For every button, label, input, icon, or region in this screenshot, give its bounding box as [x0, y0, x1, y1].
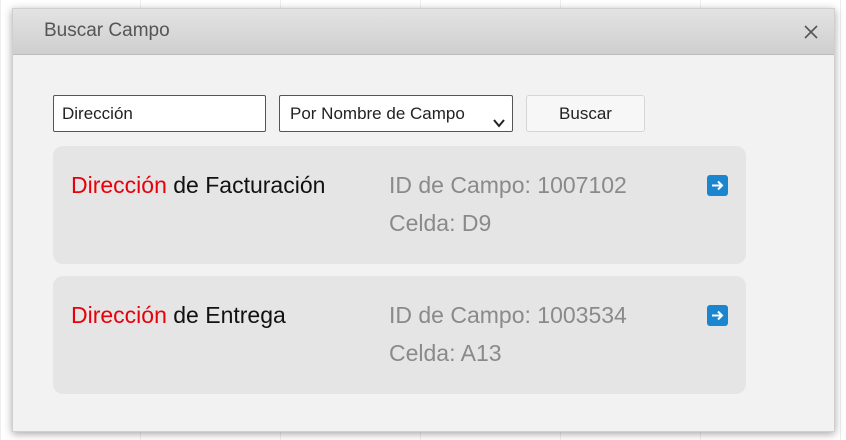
- result-title: Dirección de Entrega: [71, 302, 286, 329]
- result-card[interactable]: Dirección de Entrega ID de Campo: 100353…: [53, 276, 746, 394]
- arrow-right-icon[interactable]: [707, 175, 728, 196]
- search-mode-select[interactable]: Por Nombre de Campo: [279, 95, 513, 132]
- result-cell: Celda: A13: [389, 340, 502, 366]
- result-card[interactable]: Dirección de Facturación ID de Campo: 10…: [53, 146, 746, 264]
- dialog-titlebar: Buscar Campo: [13, 9, 834, 55]
- dialog-title: Buscar Campo: [44, 20, 170, 41]
- result-field-id: ID de Campo: 1003534: [389, 302, 627, 328]
- close-icon[interactable]: [802, 23, 820, 41]
- search-mode-selected-label: Por Nombre de Campo: [290, 104, 465, 123]
- result-title: Dirección de Facturación: [71, 172, 325, 199]
- search-field-dialog: Buscar Campo Por Nombre de Campo Buscar …: [12, 8, 835, 432]
- result-title-match: Dirección: [71, 172, 167, 198]
- result-field-id: ID de Campo: 1007102: [389, 172, 627, 198]
- result-title-match: Dirección: [71, 302, 167, 328]
- chevron-down-icon: [492, 107, 506, 128]
- search-button[interactable]: Buscar: [526, 95, 645, 132]
- result-cell: Celda: D9: [389, 210, 492, 236]
- arrow-right-icon[interactable]: [707, 305, 728, 326]
- result-title-rest: de Facturación: [166, 172, 326, 198]
- result-title-rest: de Entrega: [166, 302, 286, 328]
- search-input[interactable]: [53, 95, 266, 132]
